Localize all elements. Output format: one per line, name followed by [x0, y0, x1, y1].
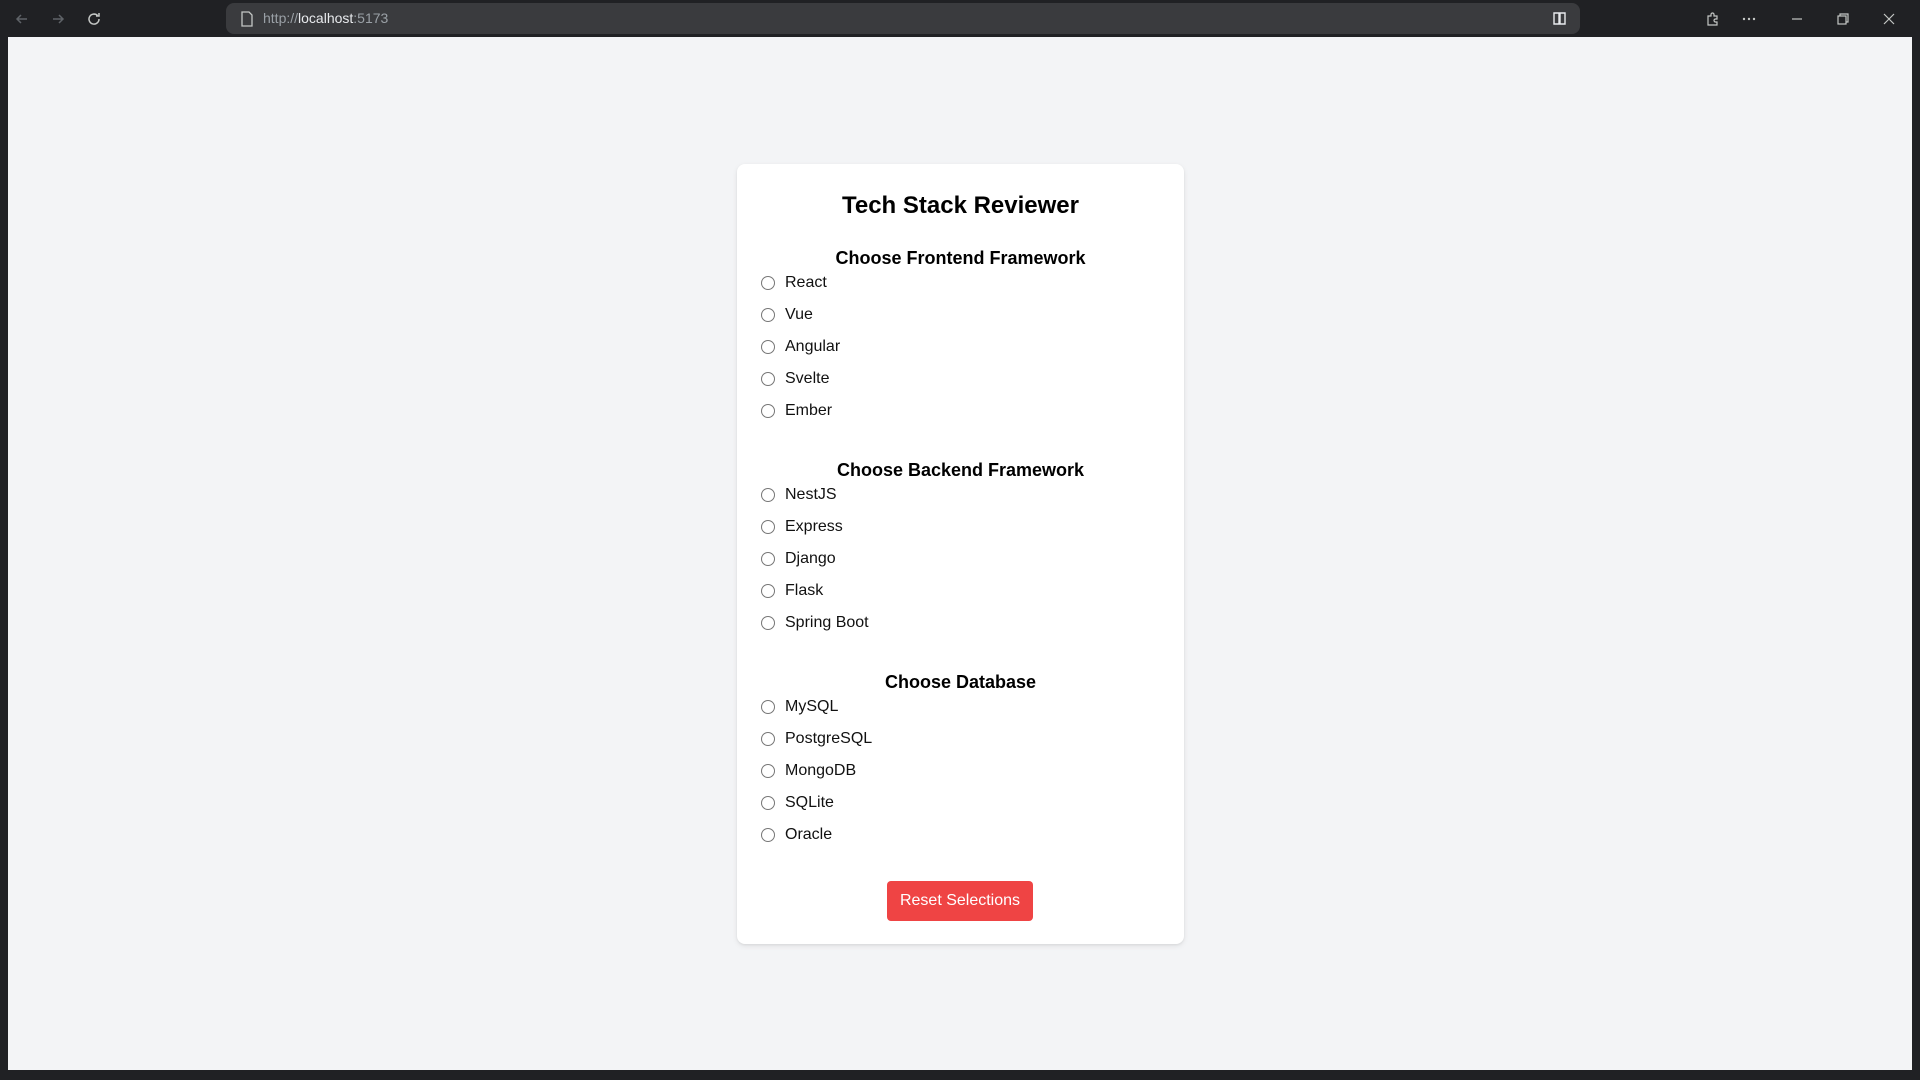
backend-section-title: Choose Backend Framework	[836, 460, 1085, 480]
immersive-reader-icon[interactable]	[1551, 10, 1568, 27]
address-bar[interactable]: http://localhost:5173	[226, 3, 1580, 34]
frontend-option-vue[interactable]: Vue	[761, 303, 813, 327]
radio-button[interactable]	[761, 616, 775, 630]
ellipsis-icon	[1742, 17, 1756, 21]
tech-stack-card: Tech Stack Reviewer Choose Frontend Fram…	[737, 164, 1184, 944]
radio-button[interactable]	[761, 584, 775, 598]
page-viewport: Tech Stack Reviewer Choose Frontend Fram…	[8, 37, 1912, 1070]
backend-option-express[interactable]: Express	[761, 515, 843, 539]
frontend-option-svelte[interactable]: Svelte	[761, 367, 829, 391]
minimize-button[interactable]	[1786, 8, 1808, 30]
database-option-oracle[interactable]: Oracle	[761, 823, 832, 847]
backend-option-nestjs[interactable]: NestJS	[761, 483, 837, 507]
backend-option-spring-boot[interactable]: Spring Boot	[761, 611, 869, 635]
database-section-title: Choose Database	[884, 672, 1037, 692]
forward-button[interactable]	[47, 8, 69, 30]
backend-option-flask[interactable]: Flask	[761, 579, 823, 603]
radio-button[interactable]	[761, 552, 775, 566]
page-title: Tech Stack Reviewer	[841, 192, 1079, 219]
backend-option-django[interactable]: Django	[761, 547, 836, 571]
radio-button[interactable]	[761, 520, 775, 534]
database-option-sqlite[interactable]: SQLite	[761, 791, 834, 815]
restore-icon	[1837, 13, 1849, 25]
url-text: http://localhost:5173	[263, 10, 389, 26]
minimize-icon	[1792, 18, 1802, 20]
arrow-right-icon	[53, 14, 65, 24]
radio-button[interactable]	[761, 372, 775, 386]
radio-button[interactable]	[761, 796, 775, 810]
page-icon	[241, 11, 253, 27]
puzzle-icon	[1707, 12, 1718, 26]
radio-button[interactable]	[761, 488, 775, 502]
restore-button[interactable]	[1832, 8, 1854, 30]
radio-button[interactable]	[761, 700, 775, 714]
frontend-option-angular[interactable]: Angular	[761, 335, 840, 359]
browser-toolbar: http://localhost:5173	[0, 0, 1920, 37]
database-option-mongodb[interactable]: MongoDB	[761, 759, 856, 783]
close-window-button[interactable]	[1878, 8, 1900, 30]
database-option-postgresql[interactable]: PostgreSQL	[761, 727, 872, 751]
radio-button[interactable]	[761, 404, 775, 418]
reload-icon	[88, 13, 100, 25]
arrow-left-icon	[15, 14, 27, 24]
radio-button[interactable]	[761, 308, 775, 322]
radio-button[interactable]	[761, 732, 775, 746]
reload-button[interactable]	[83, 8, 105, 30]
database-option-mysql[interactable]: MySQL	[761, 695, 838, 719]
extensions-button[interactable]	[1701, 8, 1723, 30]
radio-button[interactable]	[761, 276, 775, 290]
frontend-section-title: Choose Frontend Framework	[835, 248, 1086, 268]
frontend-option-ember[interactable]: Ember	[761, 399, 832, 423]
frontend-option-react[interactable]: React	[761, 271, 827, 295]
back-button[interactable]	[11, 8, 33, 30]
radio-button[interactable]	[761, 340, 775, 354]
close-icon	[1883, 13, 1895, 25]
radio-button[interactable]	[761, 764, 775, 778]
radio-button[interactable]	[761, 828, 775, 842]
more-menu-button[interactable]	[1738, 8, 1760, 30]
reset-selections-button[interactable]: Reset Selections	[887, 881, 1033, 921]
